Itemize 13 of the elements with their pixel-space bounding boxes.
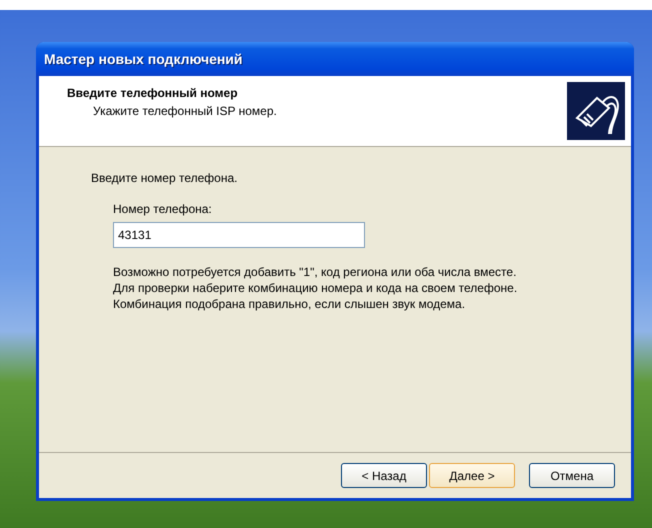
wizard-button[interactable]: Отмена [529, 463, 615, 488]
intro-text: Введите номер телефона. [91, 170, 238, 187]
window-title: Мастер новых подключений [44, 50, 243, 69]
header-title: Введите телефонный номер [67, 85, 239, 102]
hint-text: Для проверки наберите комбинацию номера и кода на своем телефоне. [113, 280, 518, 296]
field-label: Номер телефона: [113, 201, 213, 218]
hint-text: Возможно потребуется добавить "1", код региона или оба числа вместе. [113, 264, 518, 280]
wizard-button[interactable]: < Назад [341, 463, 427, 488]
hint-text: Комбинация подобрана правильно, если слышен звук модема. [113, 296, 466, 312]
header-subtitle: Укажите телефонный ISP номер. [92, 103, 277, 120]
wizard-button[interactable]: Далее > [429, 463, 515, 488]
phone-plug-icon [567, 82, 625, 140]
phone-number-field[interactable]: 43131 [113, 222, 365, 248]
